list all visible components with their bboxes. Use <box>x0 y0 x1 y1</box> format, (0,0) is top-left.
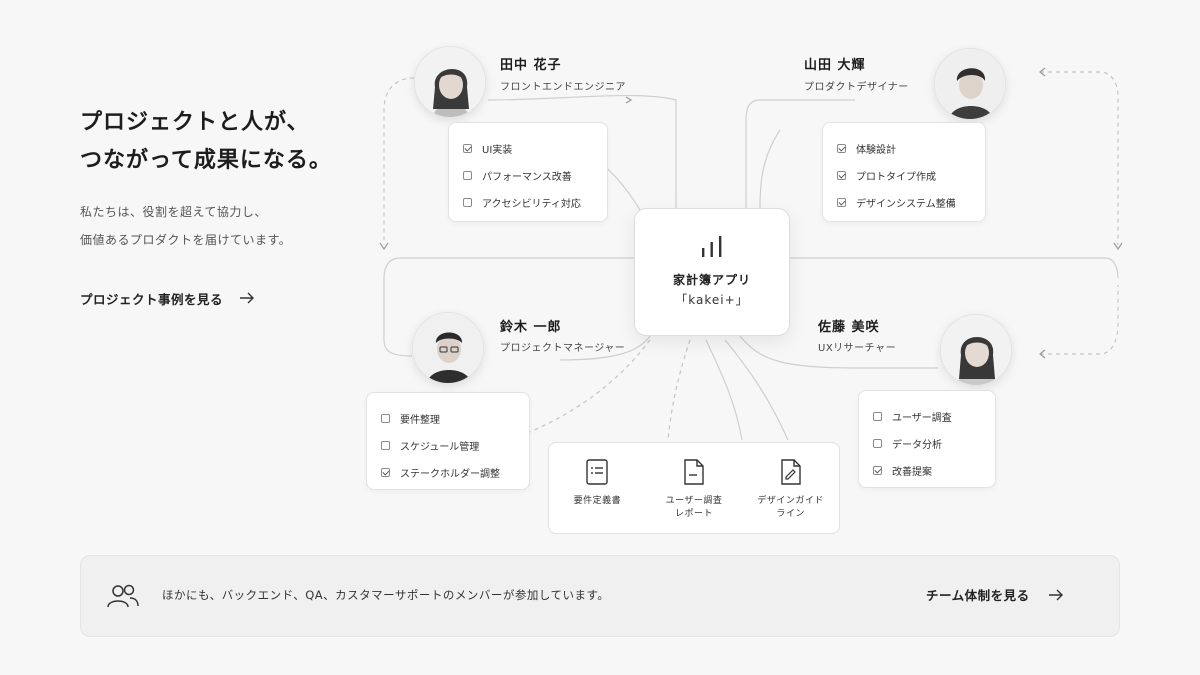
document-label: 要件定義書 <box>573 496 622 506</box>
requirements-doc-icon <box>586 459 609 485</box>
documents-card: 要件定義書 ユーザー調査 レポート デザインガイド ライン <box>548 442 840 534</box>
task-card-yamada: 体験設計 プロトタイプ作成 デザインシステム整備 <box>822 122 986 222</box>
document-label: ユーザー調査 レポート <box>665 496 723 519</box>
project-cases-link-label: プロジェクト事例を見る <box>80 291 224 307</box>
task-label: スケジュール管理 <box>400 442 480 453</box>
task-item[interactable]: ユーザー調査 <box>873 403 981 430</box>
task-item[interactable]: ステークホルダー調整 <box>381 459 515 486</box>
project-name: 家計簿アプリ <box>672 273 751 287</box>
bar-chart-icon <box>702 236 722 257</box>
task-item[interactable]: UI実装 <box>463 135 593 162</box>
team-icon <box>107 584 139 608</box>
team-structure-link[interactable]: チーム体制を見る <box>926 585 1064 604</box>
arrow-right-icon <box>1048 589 1063 600</box>
avatar-sato <box>940 314 1012 386</box>
checkbox-checked-icon <box>381 468 390 477</box>
report-doc-icon <box>684 459 704 485</box>
task-label: プロトタイプ作成 <box>856 172 936 183</box>
hero-desc-line-1: 私たちは、役割を超えて協力し、 <box>80 205 267 219</box>
task-item[interactable]: 改善提案 <box>873 457 981 484</box>
task-item[interactable]: スケジュール管理 <box>381 432 515 459</box>
task-card-suzuki: 要件整理 スケジュール管理 ステークホルダー調整 <box>366 392 530 490</box>
checkbox-checked-icon <box>463 144 472 153</box>
checkbox-checked-icon <box>837 198 846 207</box>
checkbox-empty-icon <box>873 412 882 421</box>
checkbox-empty-icon <box>381 441 390 450</box>
avatar-suzuki <box>412 312 484 384</box>
checkbox-checked-icon <box>873 466 882 475</box>
member-role-tanaka: フロントエンドエンジニア <box>500 82 626 93</box>
avatar-yamada <box>934 48 1006 120</box>
person-photo-icon <box>935 49 1005 119</box>
task-label: ユーザー調査 <box>892 413 952 424</box>
checkbox-checked-icon <box>837 144 846 153</box>
task-item[interactable]: 要件整理 <box>381 405 515 432</box>
hero-title-line-1: プロジェクトと人が、 <box>80 110 310 135</box>
task-card-tanaka: UI実装 パフォーマンス改善 アクセシビリティ対応 <box>448 122 608 222</box>
task-item[interactable]: デザインシステム整備 <box>837 189 971 216</box>
project-subtitle: 「kakei+」 <box>675 293 749 307</box>
member-role-suzuki: プロジェクトマネージャー <box>500 343 626 354</box>
document-design-guideline[interactable]: デザインガイド ライン <box>751 459 831 533</box>
hero-title: プロジェクトと人が、 つながって成果になる。 <box>80 104 380 180</box>
member-name-tanaka: 田中 花子 <box>500 58 562 73</box>
task-label: アクセシビリティ対応 <box>482 199 581 210</box>
document-requirements[interactable]: 要件定義書 <box>557 459 637 533</box>
person-photo-icon <box>413 313 483 383</box>
person-photo-icon <box>415 47 485 117</box>
avatar-tanaka <box>414 46 486 118</box>
member-role-sato: UXリサーチャー <box>818 343 897 354</box>
checkbox-checked-icon <box>837 171 846 180</box>
document-user-research[interactable]: ユーザー調査 レポート <box>654 459 734 533</box>
member-name-yamada: 山田 大輝 <box>804 58 866 73</box>
task-item[interactable]: アクセシビリティ対応 <box>463 189 593 216</box>
hero-title-line-2: つながって成果になる。 <box>80 148 332 173</box>
hero-desc-line-2: 価値あるプロダクトを届けています。 <box>80 233 292 247</box>
document-label: デザインガイド ライン <box>757 496 824 519</box>
checkbox-empty-icon <box>873 439 882 448</box>
checkbox-empty-icon <box>463 198 472 207</box>
task-card-sato: ユーザー調査 データ分析 改善提案 <box>858 390 996 488</box>
member-name-sato: 佐藤 美咲 <box>818 320 880 335</box>
task-label: 体験設計 <box>856 145 896 156</box>
task-label: データ分析 <box>892 440 942 451</box>
task-label: ステークホルダー調整 <box>400 469 500 480</box>
guideline-doc-icon <box>780 459 801 485</box>
task-label: UI実装 <box>482 145 513 156</box>
task-label: 改善提案 <box>892 467 932 478</box>
team-info-text: ほかにも、バックエンド、QA、カスタマーサポートのメンバーが参加しています。 <box>162 588 610 602</box>
project-cases-link[interactable]: プロジェクト事例を見る <box>80 287 255 309</box>
task-item[interactable]: 体験設計 <box>837 135 971 162</box>
checkbox-empty-icon <box>463 171 472 180</box>
task-item[interactable]: データ分析 <box>873 430 981 457</box>
arrow-right-icon <box>240 292 255 304</box>
task-item[interactable]: パフォーマンス改善 <box>463 162 593 189</box>
task-label: パフォーマンス改善 <box>482 172 572 183</box>
project-card[interactable]: 家計簿アプリ 「kakei+」 <box>634 208 790 336</box>
person-photo-icon <box>941 315 1011 385</box>
member-role-yamada: プロダクトデザイナー <box>804 82 909 93</box>
member-name-suzuki: 鈴木 一郎 <box>500 320 562 335</box>
task-item[interactable]: プロトタイプ作成 <box>837 162 971 189</box>
team-structure-link-label: チーム体制を見る <box>926 588 1030 603</box>
task-label: デザインシステム整備 <box>856 199 956 210</box>
checkbox-empty-icon <box>381 414 390 423</box>
hero-description: 私たちは、役割を超えて協力し、 価値あるプロダクトを届けています。 <box>80 198 380 254</box>
task-label: 要件整理 <box>400 415 440 426</box>
